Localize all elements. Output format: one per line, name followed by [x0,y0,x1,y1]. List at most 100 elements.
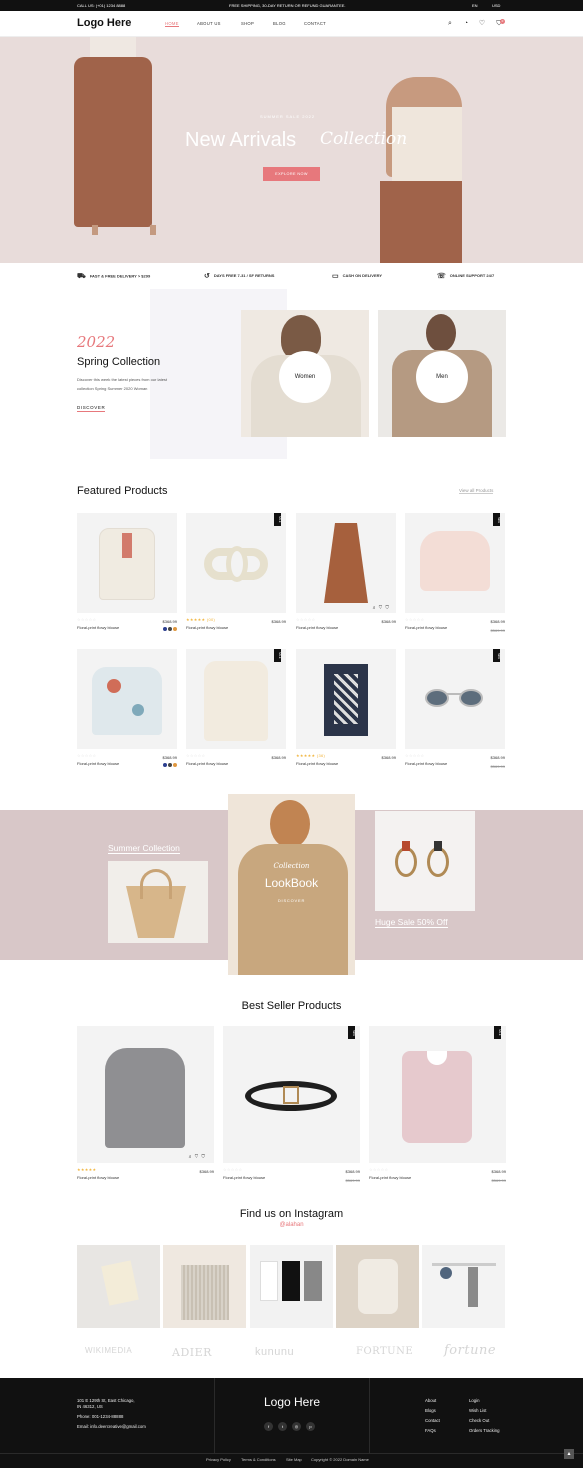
product-image[interactable] [77,513,177,613]
product-image[interactable]: NEW [223,1026,360,1163]
footer-link-wishlist[interactable]: Wish List [469,1408,500,1413]
product-image[interactable]: ⌕♡⛉ [296,513,396,613]
instagram-photo[interactable] [250,1245,333,1328]
logo[interactable]: Logo Here [77,17,131,29]
product-image[interactable]: SALE [186,513,286,613]
product-card[interactable]: ☆☆☆☆☆ $368.99 Floral-print flowy blouse [77,649,177,773]
product-image[interactable]: ⌕♡⛉ [77,1026,214,1163]
footer-logo[interactable]: Logo Here [215,1395,369,1409]
product-image[interactable] [296,649,396,749]
footer-link-checkout[interactable]: Check Out [469,1418,500,1423]
color-swatches[interactable] [162,763,177,769]
back-to-top-button[interactable]: ▴ [564,1449,574,1459]
product-image[interactable]: NEW [405,513,505,613]
huge-sale-link[interactable]: Huge Sale 50% Off [375,917,448,928]
product-card[interactable]: SALE ☆☆☆☆☆ $368.99 Floral-print flowy bl… [369,1026,506,1187]
product-name[interactable]: Floral-print flowy blouse [186,625,286,630]
product-price: $368.99 [345,1169,360,1174]
quick-actions[interactable]: ⌕♡⛉ [373,605,392,611]
product-card[interactable]: ☆☆☆☆☆ $368.99 Floral-print flowy blouse [77,513,177,637]
product-price: $368.99 [162,619,177,624]
nav-home[interactable]: HOME [165,21,179,27]
women-card[interactable]: Women [241,310,369,437]
summer-collection-image[interactable] [108,861,208,943]
product-image[interactable] [77,649,177,749]
product-card[interactable]: NEW ☆☆☆☆☆ $368.99 Floral-print flowy blo… [405,649,505,773]
bestseller-title: Best Seller Products [241,1000,342,1012]
footer-address-2: IN 46312, US [77,1404,103,1409]
spring-desc-1: Discover this week the latest pieces fro… [77,377,168,382]
nav-contact[interactable]: CONTACT [304,21,326,26]
instagram-icon[interactable]: ◎ [292,1422,301,1431]
color-swatches[interactable] [162,627,177,633]
product-image[interactable]: NEW [405,649,505,749]
product-card[interactable]: NEW ☆☆☆☆☆ $368.99 Floral-print flowy blo… [405,513,505,637]
new-tag: NEW [493,513,500,526]
product-name[interactable]: Floral-print flowy blouse [223,1175,360,1180]
footer-terms[interactable]: Terms & Conditions [241,1457,276,1462]
earrings-image[interactable] [375,811,475,911]
footer-link-orders[interactable]: Orders Tracking [469,1428,500,1433]
product-card[interactable]: ⌕♡⛉ ☆☆☆☆☆ $368.99 Floral-print flowy blo… [296,513,396,637]
discover-link[interactable]: DISCOVER [77,405,106,412]
view-all-link[interactable]: View all Products [459,488,494,494]
product-image[interactable]: SALE [186,649,286,749]
product-card[interactable]: ★★★★★ (36) $368.99 Floral-print flowy bl… [296,649,396,773]
user-icon[interactable]: ◔ [462,20,470,28]
product-name[interactable]: Floral-print flowy blouse [296,761,396,766]
model-left-skirt [74,57,152,227]
spring-year: 2022 [77,333,116,351]
search-icon[interactable]: ⌕ [446,20,454,28]
lookbook-title: LookBook [264,876,319,890]
product-image[interactable]: SALE [369,1026,506,1163]
service-support: ☏ ONLINE SUPPORT 24/7 [437,273,495,280]
footer-phone: Phone: 001-1234-88888 [77,1414,124,1419]
phone-text: CALL US: (+01) 1234 8888 [77,3,126,8]
women-label: Women [279,351,331,403]
hero-kicker: SUMMER SALE 2022 [260,114,316,119]
instagram-photo[interactable] [163,1245,246,1328]
facebook-icon[interactable]: f [264,1422,273,1431]
spring-desc-2: collection Spring Summer 2020 Woman [77,386,148,391]
currency-select[interactable]: USD [492,3,500,8]
quick-actions[interactable]: ⌕♡⛉ [189,1154,208,1160]
footer-privacy[interactable]: Privacy Policy [206,1457,231,1462]
nav-shop[interactable]: SHOP [241,21,254,26]
product-card[interactable]: ⌕♡⛉ ★★★★★ $368.99 Floral-print flowy blo… [77,1026,214,1187]
product-name[interactable]: Floral-print flowy blouse [296,625,396,630]
product-card[interactable]: NEW ☆☆☆☆☆ $368.99 Floral-print flowy blo… [223,1026,360,1187]
heart-icon[interactable]: ♡ [478,20,486,28]
product-name[interactable]: Floral-print flowy blouse [369,1175,506,1180]
old-price: $569.99 [490,628,505,633]
product-price: $368.99 [491,1169,506,1174]
old-price: $569.99 [491,1178,506,1183]
hero-banner: SUMMER SALE 2022 New Arrivals Collection… [0,37,583,263]
footer-link-about[interactable]: About [425,1398,440,1403]
language-select[interactable]: EN [472,3,478,8]
summer-collection-link[interactable]: Summer Collection [108,843,180,854]
lookbook-discover[interactable]: DISCOVER [228,898,355,903]
services-bar: ⛟ FAST & FREE DELIVERY > $299 ↺ DAYS FREE … [0,263,583,289]
product-card[interactable]: SALE ★★★★★ (00) $368.99 Floral-print flo… [186,513,286,637]
instagram-photo[interactable] [422,1245,505,1328]
footer-link-blogs[interactable]: Blogs [425,1408,440,1413]
product-name[interactable]: Floral-print flowy blouse [186,761,286,766]
men-label: Men [416,351,468,403]
instagram-photo[interactable] [336,1245,419,1328]
footer-sitemap[interactable]: Site Map [286,1457,302,1462]
lookbook-card[interactable]: Collection LookBook DISCOVER [228,794,355,975]
twitter-icon[interactable]: t [278,1422,287,1431]
product-name[interactable]: Floral-print flowy blouse [77,1175,214,1180]
explore-now-button[interactable]: EXPLORE NOW [263,167,320,181]
footer-link-contact[interactable]: Contact [425,1418,440,1423]
instagram-photo[interactable] [77,1245,160,1328]
nav-blog[interactable]: BLOG [273,21,286,26]
men-card[interactable]: Men [378,310,506,437]
nav-about[interactable]: ABOUT US [197,21,221,26]
footer-link-faqs[interactable]: FAQs [425,1428,440,1433]
footer-link-login[interactable]: Login [469,1398,500,1403]
product-card[interactable]: SALE ☆☆☆☆☆ $368.99 Floral-print flowy bl… [186,649,286,773]
footer-email[interactable]: Email: info.deercreative@gmail.com [77,1424,146,1429]
pinterest-icon[interactable]: p [306,1422,315,1431]
instagram-handle[interactable]: @alahan [0,1222,583,1228]
